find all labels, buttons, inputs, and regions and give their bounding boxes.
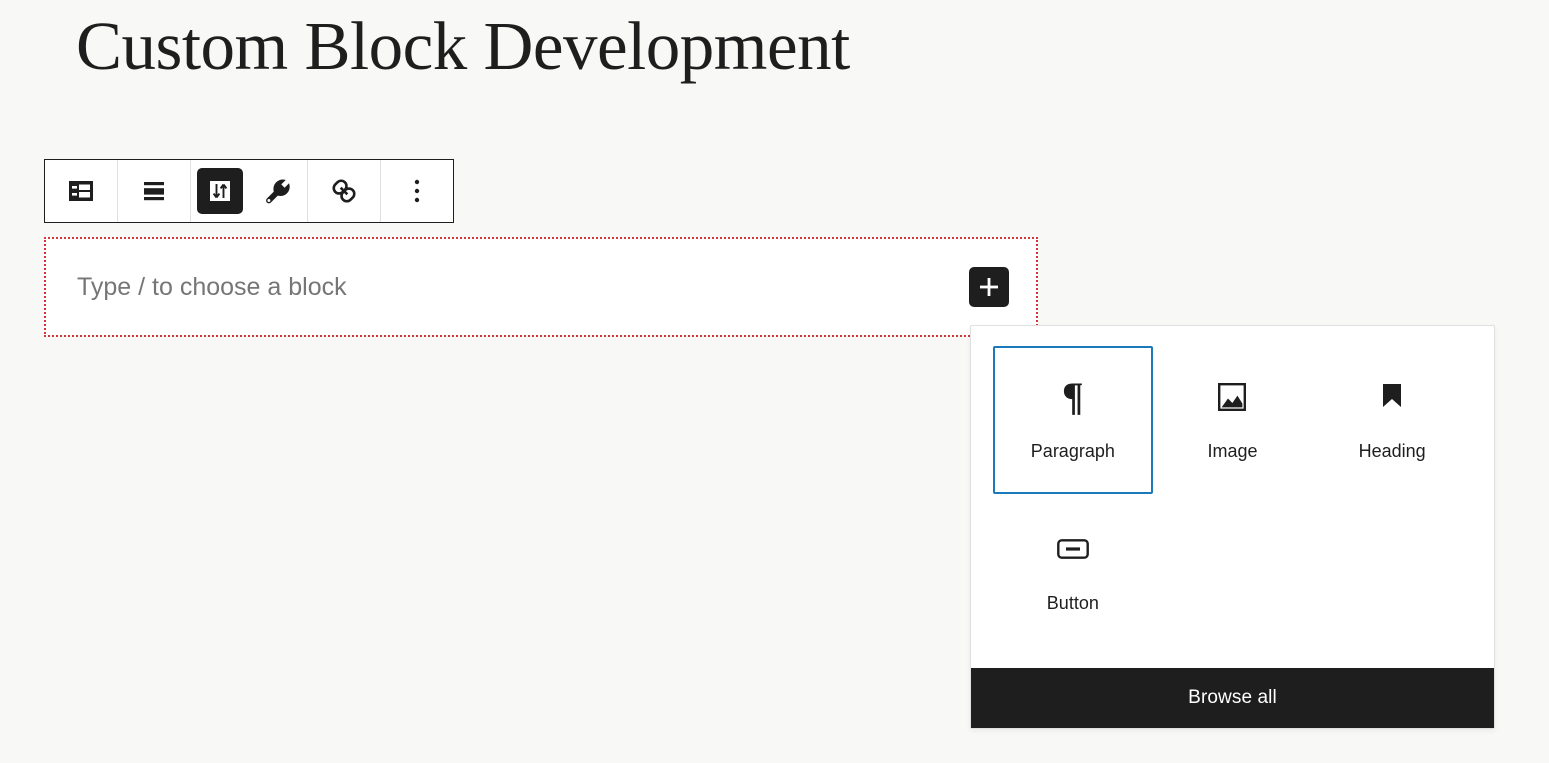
button-icon-wrap — [1056, 531, 1089, 567]
block-placeholder-text: Type / to choose a block — [77, 273, 347, 301]
vertical-align-icon — [209, 180, 231, 202]
button-icon — [1056, 539, 1089, 559]
toolbar-group-align — [118, 160, 191, 222]
inserter-item-paragraph[interactable]: ¶ Paragraph — [993, 346, 1153, 494]
align-text-button[interactable] — [118, 160, 190, 222]
bookmark-icon — [1383, 384, 1402, 407]
plus-icon — [980, 278, 998, 296]
wrench-icon — [266, 179, 290, 204]
inserter-item-label: Heading — [1358, 441, 1426, 461]
link-chip — [321, 168, 367, 214]
tools-button[interactable] — [249, 160, 307, 222]
link-icon — [332, 179, 356, 203]
inserter-item-heading[interactable]: Heading — [1312, 346, 1472, 494]
toolbar-group-link — [308, 160, 381, 222]
browse-all-button[interactable]: Browse all — [971, 668, 1494, 728]
inserter-item-label: Paragraph — [1030, 441, 1115, 461]
vertical-align-button[interactable] — [191, 160, 249, 222]
quick-inserter-popover: ¶ Paragraph Image Heading Button Browse … — [970, 325, 1495, 729]
inserter-item-label: Image — [1207, 441, 1258, 461]
inserter-item-image[interactable]: Image — [1153, 346, 1313, 494]
empty-paragraph-block[interactable]: Type / to choose a block — [44, 237, 1038, 337]
block-type-icon — [69, 181, 93, 201]
align-text-chip — [131, 168, 177, 214]
link-button[interactable] — [308, 160, 380, 222]
block-type-button[interactable] — [45, 160, 117, 222]
block-toolbar — [44, 159, 454, 223]
toolbar-group-tools — [191, 160, 308, 222]
paragraph-icon-wrap: ¶ — [1062, 374, 1084, 419]
image-icon — [1218, 383, 1247, 412]
more-options-chip — [394, 168, 440, 214]
more-options-button[interactable] — [381, 160, 453, 222]
tools-chip — [255, 168, 301, 214]
heading-icon-wrap — [1380, 379, 1404, 415]
inserter-item-label: Button — [1046, 593, 1099, 613]
ellipsis-vertical-icon — [414, 179, 420, 203]
align-center-icon — [144, 182, 164, 201]
add-block-button[interactable] — [969, 267, 1009, 307]
pilcrow-icon: ¶ — [1062, 374, 1084, 419]
vertical-align-chip — [197, 168, 243, 214]
block-type-chip — [58, 168, 104, 214]
toolbar-group-more — [381, 160, 453, 222]
image-icon-wrap — [1217, 379, 1247, 415]
toolbar-group-block-type — [45, 160, 118, 222]
inserter-item-button[interactable]: Button — [993, 498, 1153, 646]
page-title[interactable]: Custom Block Development — [76, 4, 956, 88]
quick-inserter-grid: ¶ Paragraph Image Heading Button — [971, 326, 1494, 668]
